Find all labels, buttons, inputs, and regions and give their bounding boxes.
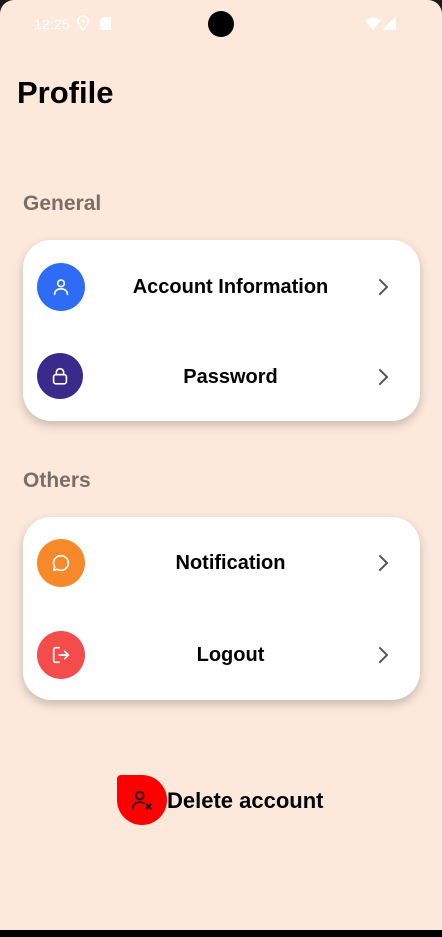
logout-row[interactable]: Logout [23,610,420,700]
logout-label: Logout [196,643,265,666]
password-row[interactable]: Password [23,332,420,422]
sim-card-icon [100,17,111,35]
notification-label: Notification [175,551,286,574]
chevron-right-icon [376,554,390,572]
logout-icon [37,631,85,679]
notification-row[interactable]: Notification [23,518,420,608]
account-information-row[interactable]: Account Information [23,242,420,332]
page-title: Profile [17,75,114,110]
front-camera [208,11,234,37]
password-label: Password [183,365,278,388]
person-icon [37,263,85,311]
system-navigation-bar [0,930,442,937]
other-settings-card: Notification Logout [23,517,420,700]
delete-account-label: Delete account [167,788,324,813]
location-icon [76,15,90,36]
chevron-right-icon [376,646,390,664]
status-bar: 12:25 [0,0,442,46]
account-information-label: Account Information [132,275,329,298]
delete-account-button[interactable]: Delete account [117,775,332,827]
status-time: 12:25 [34,16,71,32]
section-label-general: General [23,192,102,215]
section-label-others: Others [23,469,91,492]
profile-screen: 12:25 Profile General Account Informatio… [0,0,442,930]
person-remove-icon [117,775,167,825]
chevron-right-icon [376,368,390,386]
cellular-signal-icon [382,16,396,35]
chat-bubble-icon [37,539,85,587]
chevron-right-icon [376,278,390,296]
general-settings-card: Account Information Password [23,240,420,421]
lock-icon [37,353,83,399]
wifi-icon [365,17,381,35]
